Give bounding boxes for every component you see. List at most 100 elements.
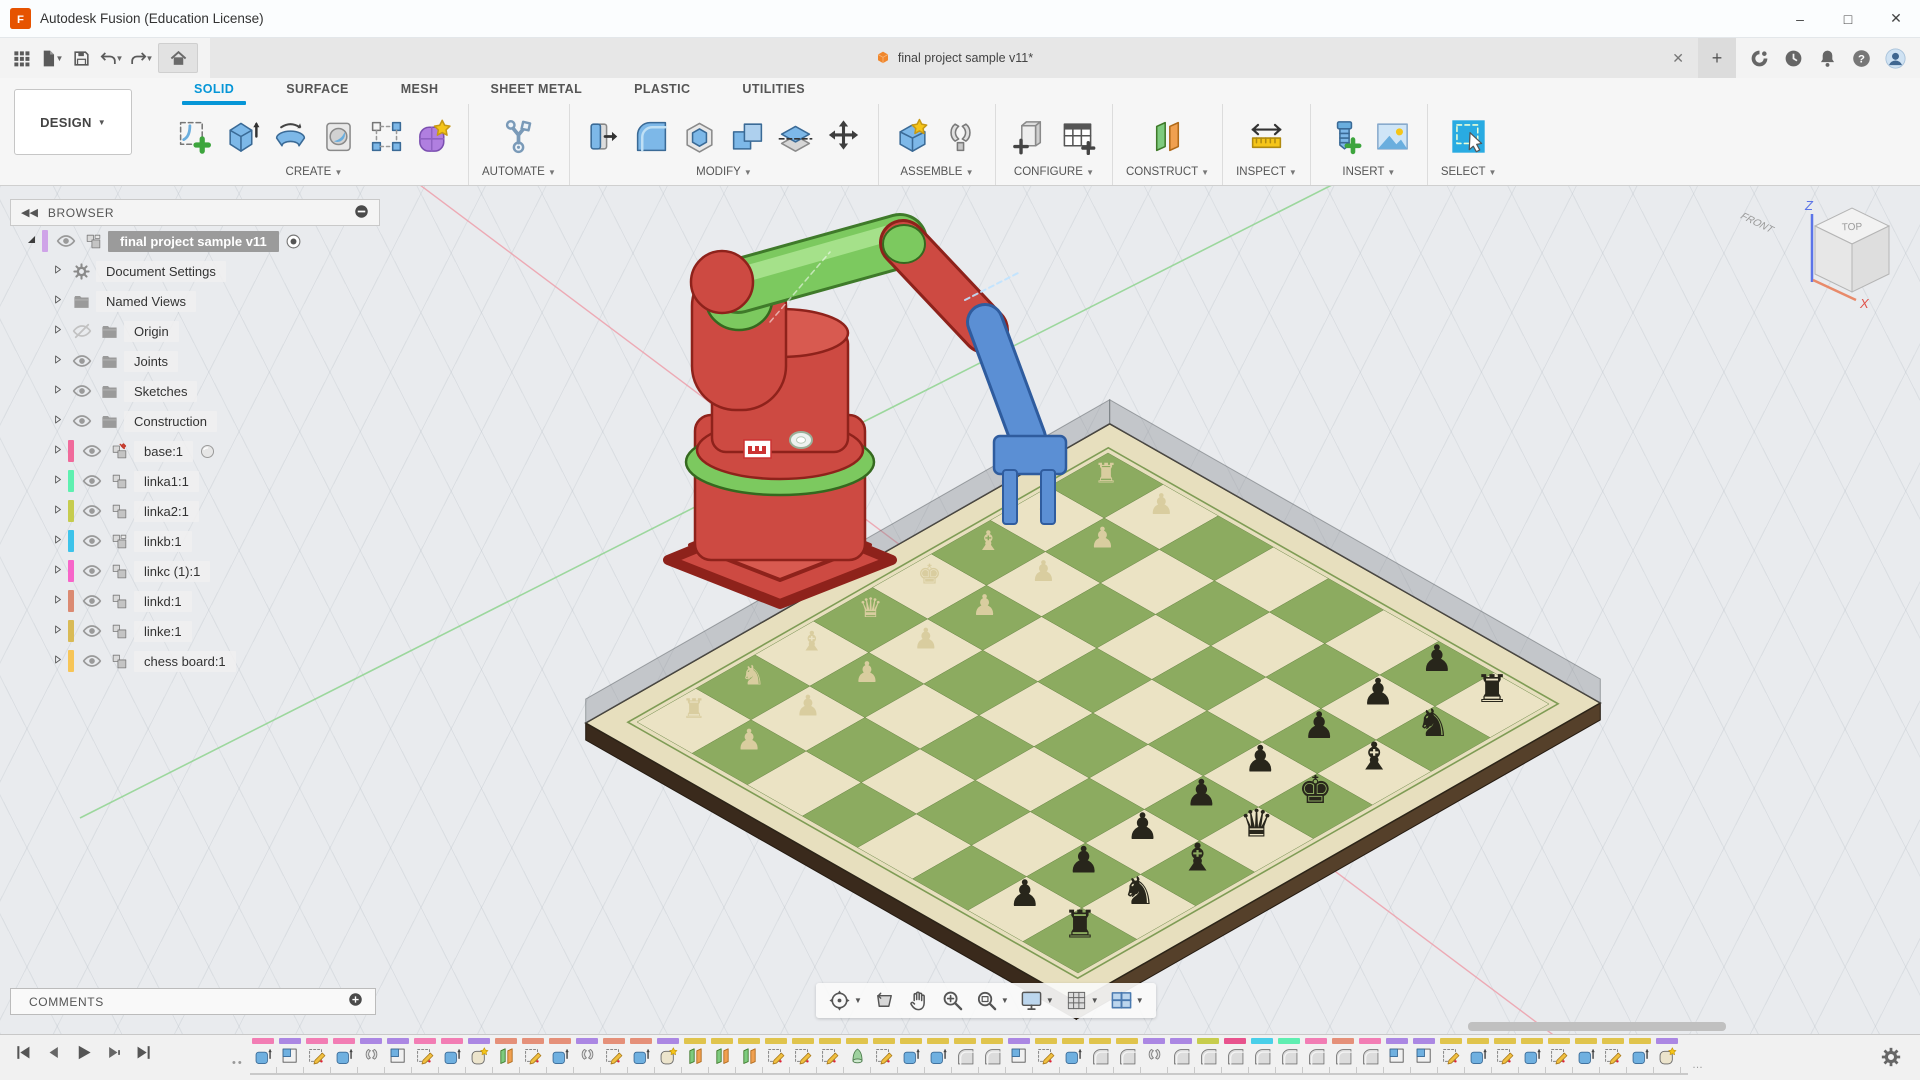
maximize-button[interactable]: □ — [1824, 0, 1872, 38]
timeline-feature-fi[interactable] — [1197, 1038, 1219, 1067]
visibility-eye-icon[interactable] — [78, 531, 106, 551]
expand-closed-icon[interactable] — [46, 563, 68, 579]
new-component-tool-icon[interactable] — [892, 114, 934, 158]
timeline-feature-se[interactable] — [1548, 1038, 1570, 1067]
save-button[interactable] — [68, 44, 94, 72]
document-tab-close-icon[interactable]: ✕ — [1672, 50, 1684, 67]
timeline-feature-ex[interactable] — [1629, 1038, 1651, 1067]
timeline-feature-fo[interactable] — [657, 1038, 679, 1067]
expand-closed-icon[interactable] — [46, 413, 68, 429]
timeline-feature-se[interactable] — [1602, 1038, 1624, 1067]
visibility-eye-icon[interactable] — [68, 351, 96, 371]
group-label-construct[interactable]: CONSTRUCT ▼ — [1126, 166, 1209, 185]
expand-open-icon[interactable] — [20, 233, 42, 249]
browser-row-joints[interactable]: Joints — [10, 346, 380, 376]
select-window-tool-icon[interactable] — [1448, 114, 1490, 158]
timeline-feature-se[interactable] — [765, 1038, 787, 1067]
tab-solid[interactable]: SOLID — [168, 78, 260, 102]
browser-item-label[interactable]: base:1 — [134, 441, 193, 462]
timeline-feature-jo[interactable] — [1143, 1038, 1165, 1067]
box-tool-icon[interactable] — [221, 114, 263, 158]
add-comment-icon[interactable] — [348, 992, 363, 1012]
browser-row-final-project-sample-v11[interactable]: final project sample v11 — [10, 226, 380, 256]
browser-row-linke-1[interactable]: linke:1 — [10, 616, 380, 646]
play-button[interactable] — [74, 1043, 93, 1062]
browser-item-label[interactable]: Origin — [124, 321, 179, 342]
redo-button[interactable]: ▼ — [128, 44, 154, 72]
file-menu-button[interactable]: ▼ — [38, 44, 64, 72]
timeline-feature-fi[interactable] — [1332, 1038, 1354, 1067]
collapse-panel-icon[interactable]: ◀◀ — [21, 206, 38, 219]
joint-tool-icon[interactable] — [940, 114, 982, 158]
orbit-nav-icon[interactable]: ▼ — [824, 989, 866, 1012]
expand-closed-icon[interactable] — [46, 473, 68, 489]
visibility-eye-icon[interactable] — [78, 441, 106, 461]
workspace-selector[interactable]: DESIGN▼ — [14, 89, 132, 155]
browser-row-construction[interactable]: Construction — [10, 406, 380, 436]
browser-item-label[interactable]: linkd:1 — [134, 591, 192, 612]
timeline-feature-se[interactable] — [1440, 1038, 1462, 1067]
browser-row-linkd-1[interactable]: linkd:1 — [10, 586, 380, 616]
app-grid-button[interactable] — [8, 44, 34, 72]
group-label-assemble[interactable]: ASSEMBLE ▼ — [900, 166, 973, 185]
browser-item-label[interactable]: Document Settings — [96, 261, 226, 282]
browser-item-label[interactable]: linkb:1 — [134, 531, 192, 552]
browser-item-label[interactable]: Joints — [124, 351, 178, 372]
revolve-tool-icon[interactable] — [269, 114, 311, 158]
browser-row-chess-board-1[interactable]: chess board:1 — [10, 646, 380, 676]
split-tool-icon[interactable] — [775, 114, 817, 158]
visibility-eye-icon[interactable] — [78, 621, 106, 641]
timeline-feature-se[interactable] — [1494, 1038, 1516, 1067]
timeline-feature-se[interactable] — [873, 1038, 895, 1067]
browser-item-label[interactable]: linkc (1):1 — [134, 561, 210, 582]
visibility-eye-icon[interactable] — [68, 321, 96, 341]
minimize-button[interactable]: – — [1776, 0, 1824, 38]
shell-tool-icon[interactable] — [679, 114, 721, 158]
browser-row-linkb-1[interactable]: linkb:1 — [10, 526, 380, 556]
config-table-tool-icon[interactable] — [1057, 114, 1099, 158]
group-label-create[interactable]: CREATE ▼ — [286, 166, 343, 185]
visibility-eye-icon[interactable] — [68, 381, 96, 401]
timeline-feature-sk[interactable] — [1008, 1038, 1030, 1067]
timeline-feature-pl[interactable] — [711, 1038, 733, 1067]
group-label-configure[interactable]: CONFIGURE ▼ — [1014, 166, 1094, 185]
viewports-nav-icon[interactable]: ▼ — [1106, 989, 1148, 1012]
configuration-tool-icon[interactable] — [1009, 114, 1051, 158]
timeline-feature-fi[interactable] — [1170, 1038, 1192, 1067]
timeline-feature-ex[interactable] — [1467, 1038, 1489, 1067]
browser-item-label[interactable]: final project sample v11 — [108, 231, 279, 252]
tab-utilities[interactable]: UTILITIES — [716, 78, 831, 102]
fit-nav-icon[interactable]: ▼ — [971, 989, 1013, 1012]
automate-tool-icon[interactable] — [498, 114, 540, 158]
timeline-feature-fi[interactable] — [1278, 1038, 1300, 1067]
timeline-feature-se[interactable] — [522, 1038, 544, 1067]
skip-to-start-button[interactable] — [14, 1043, 33, 1062]
group-label-select[interactable]: SELECT ▼ — [1441, 166, 1497, 185]
expand-closed-icon[interactable] — [46, 623, 68, 639]
timeline-feature-fo[interactable] — [1656, 1038, 1678, 1067]
tab-mesh[interactable]: MESH — [375, 78, 465, 102]
step-forward-button[interactable] — [104, 1043, 123, 1062]
look-at-nav-icon[interactable] — [869, 989, 900, 1012]
expand-closed-icon[interactable] — [46, 653, 68, 669]
tab-surface[interactable]: SURFACE — [260, 78, 375, 102]
browser-header[interactable]: ◀◀ BROWSER — [10, 199, 380, 226]
expand-closed-icon[interactable] — [46, 593, 68, 609]
job-status-clock-icon[interactable] — [1780, 45, 1806, 71]
timeline-feature-fi[interactable] — [1224, 1038, 1246, 1067]
timeline-feature-se[interactable] — [603, 1038, 625, 1067]
timeline-feature-ex[interactable] — [1521, 1038, 1543, 1067]
browser-item-label[interactable]: Sketches — [124, 381, 197, 402]
timeline-feature-rv[interactable] — [846, 1038, 868, 1067]
zoom-nav-icon[interactable] — [937, 989, 968, 1012]
measure-tool-icon[interactable] — [1245, 114, 1287, 158]
timeline-feature-se[interactable] — [819, 1038, 841, 1067]
timeline-settings-gear-icon[interactable] — [1880, 1046, 1902, 1073]
timeline-feature-fi[interactable] — [1305, 1038, 1327, 1067]
timeline-feature-fi[interactable] — [954, 1038, 976, 1067]
browser-row-linka2-1[interactable]: linka2:1 — [10, 496, 380, 526]
insert-fastener-tool-icon[interactable] — [1324, 114, 1366, 158]
timeline-feature-ex[interactable] — [441, 1038, 463, 1067]
browser-row-linkc-1-1[interactable]: linkc (1):1 — [10, 556, 380, 586]
hole-tool-icon[interactable] — [317, 114, 359, 158]
